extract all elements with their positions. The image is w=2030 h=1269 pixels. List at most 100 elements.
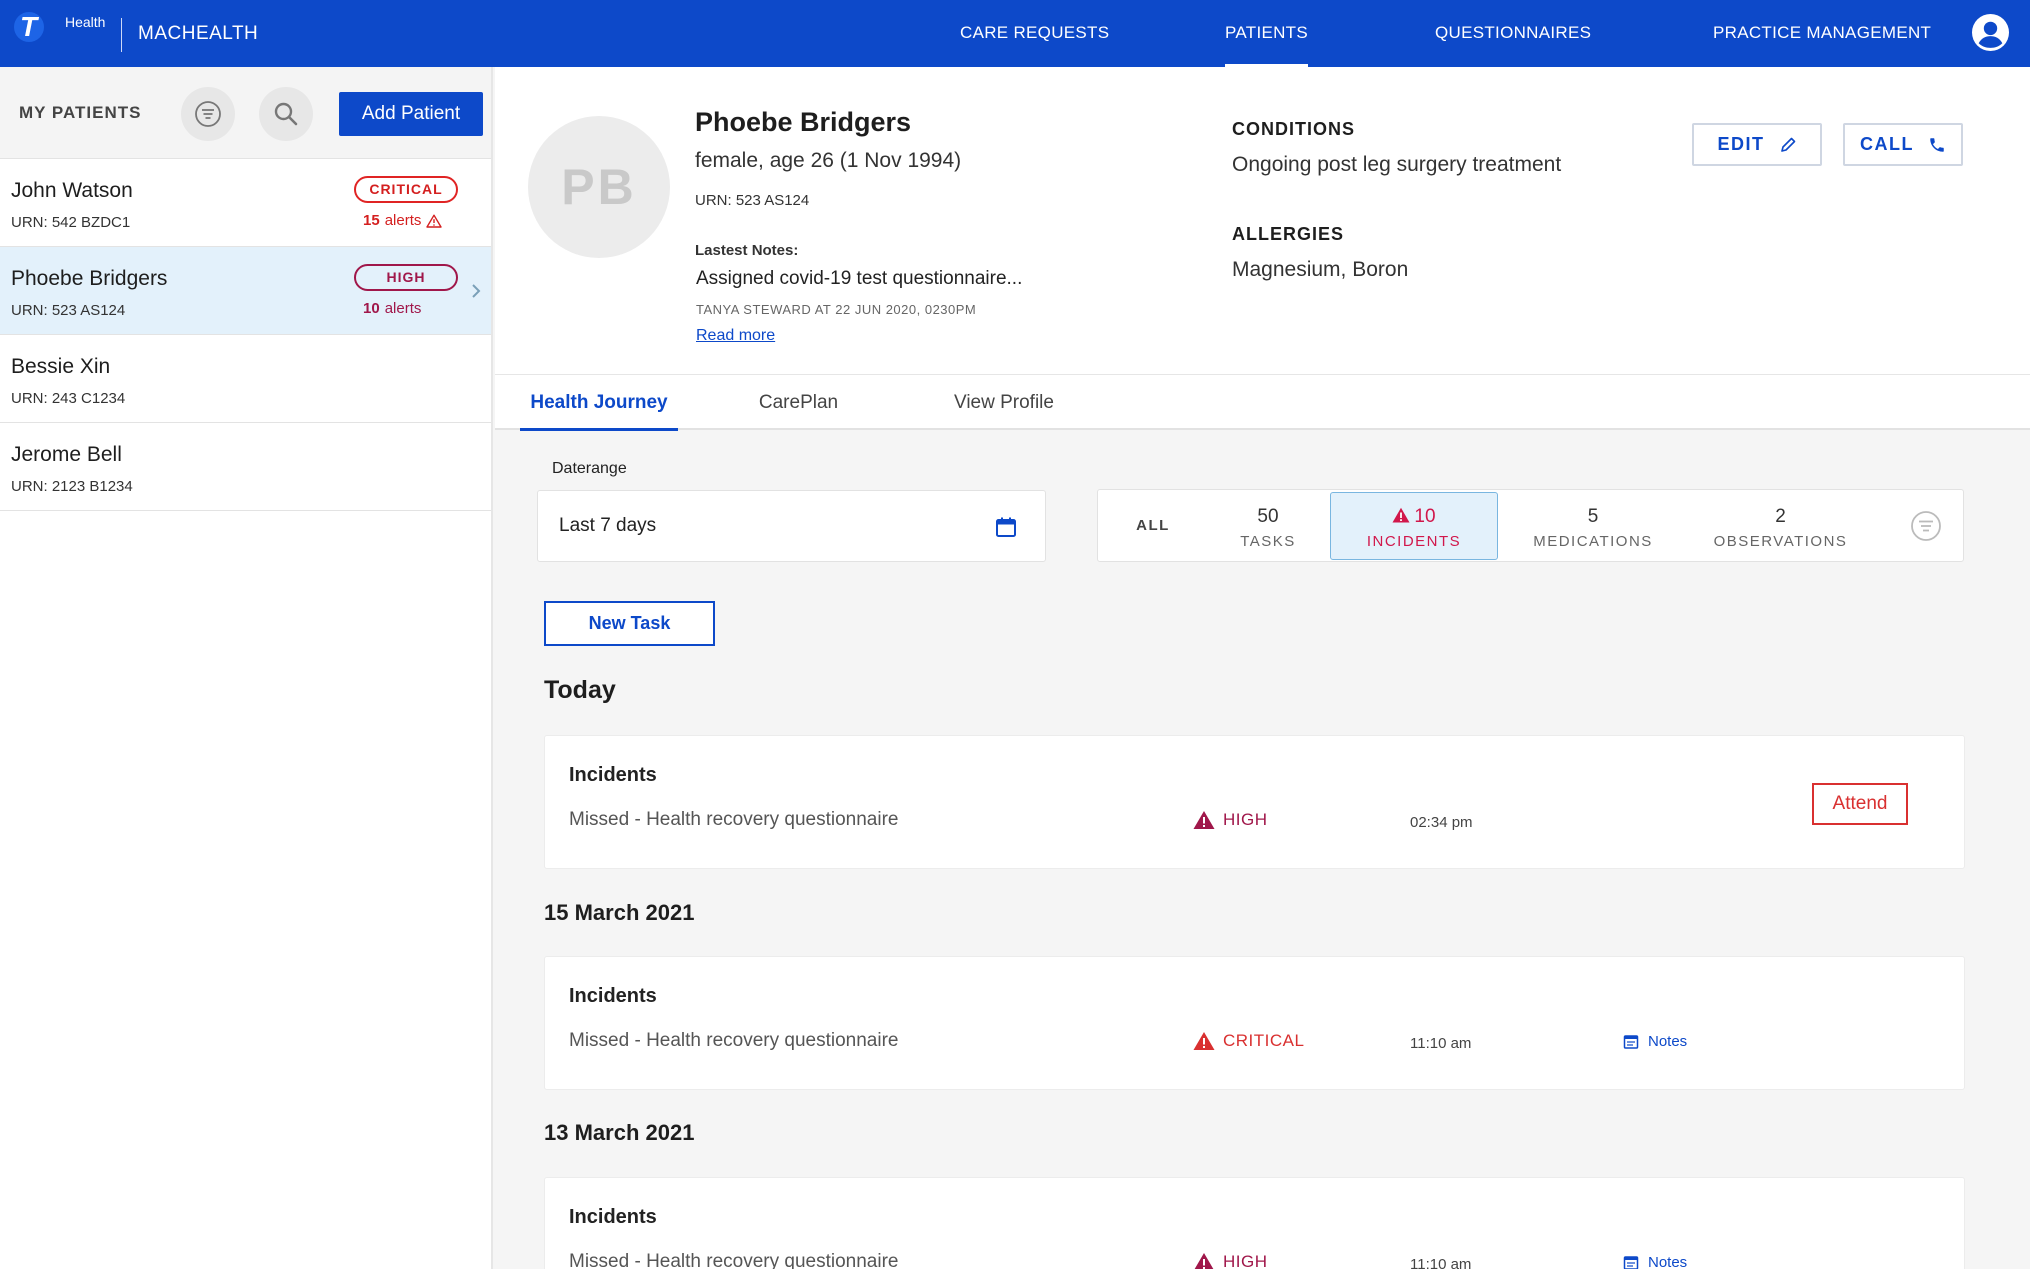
notes-icon <box>1623 1034 1639 1049</box>
telstra-logo-icon: T <box>14 11 44 46</box>
filter-count: 5 <box>1587 506 1599 527</box>
filter-count: 10 <box>1331 506 1497 528</box>
filter-button[interactable] <box>181 87 235 141</box>
nav-questionnaires[interactable]: QUESTIONNAIRES <box>1435 0 1591 67</box>
alert-count-number: 10 <box>363 300 380 317</box>
incident-description: Missed - Health recovery questionnaire <box>569 809 899 830</box>
filter-icon[interactable] <box>1910 510 1942 542</box>
severity-badge: HIGH <box>354 264 458 291</box>
nav-care-requests[interactable]: CARE REQUESTS <box>960 0 1109 67</box>
filter-label: MEDICATIONS <box>1533 533 1653 550</box>
severity-label: CRITICAL <box>1223 1031 1305 1050</box>
filter-incidents[interactable]: 10 INCIDENTS <box>1330 492 1498 560</box>
phone-icon <box>1930 137 1944 152</box>
notes-link[interactable]: Notes <box>1623 1033 1687 1050</box>
incident-title: Incidents <box>569 1206 657 1228</box>
patient-urn: URN: 523 AS124 <box>695 192 810 209</box>
patients-sidebar: MY PATIENTS Add Patient John Watson URN:… <box>0 67 493 1269</box>
patient-row-phoebe-bridgers[interactable]: Phoebe Bridgers URN: 523 AS124 HIGH 10 a… <box>0 247 491 335</box>
latest-notes-label: Lastest Notes: <box>695 242 799 259</box>
conditions-value: Ongoing post leg surgery treatment <box>1232 153 1562 176</box>
tab-careplan[interactable]: CarePlan <box>731 375 866 430</box>
filter-label: TASKS <box>1240 533 1296 550</box>
patient-row-bessie-xin[interactable]: Bessie Xin URN: 243 C1234 <box>0 335 491 423</box>
incident-time: 02:34 pm <box>1410 814 1473 831</box>
notes-icon <box>1623 1255 1639 1269</box>
new-task-button[interactable]: New Task <box>544 601 715 646</box>
alert-count: 15 alerts <box>363 212 443 229</box>
filter-all-label: ALL <box>1136 517 1170 534</box>
sidebar-title: MY PATIENTS <box>19 103 142 122</box>
notes-link-label: Notes <box>1648 1033 1688 1050</box>
read-more-link[interactable]: Read more <box>696 327 775 345</box>
alert-count-number: 15 <box>363 212 380 229</box>
brand-logo[interactable]: T Health MACHEALTH <box>14 11 258 52</box>
timeline-date-heading: Today <box>544 676 616 704</box>
patient-tabs: Health Journey CarePlan View Profile <box>495 375 2030 431</box>
chevron-right-icon <box>472 284 481 298</box>
patient-row-john-watson[interactable]: John Watson URN: 542 BZDC1 CRITICAL 15 a… <box>0 159 491 247</box>
timeline-date-heading: 13 March 2021 <box>544 1120 695 1145</box>
search-icon <box>274 102 298 126</box>
patient-urn: URN: 2123 B1234 <box>11 478 133 495</box>
patient-urn: URN: 542 BZDC1 <box>11 214 131 231</box>
tab-view-profile[interactable]: View Profile <box>929 375 1079 430</box>
brand-divider <box>121 18 122 52</box>
incident-title: Incidents <box>569 985 657 1007</box>
search-button[interactable] <box>259 87 313 141</box>
call-button-label: CALL <box>1860 134 1914 154</box>
timeline-date-heading: 15 March 2021 <box>544 900 695 925</box>
warning-icon <box>1392 507 1410 523</box>
filter-observations[interactable]: 2 OBSERVATIONS <box>1698 490 1863 561</box>
severity-indicator: CRITICAL <box>1193 1031 1304 1051</box>
calendar-icon <box>996 517 1016 537</box>
edit-button[interactable]: EDIT <box>1692 123 1822 166</box>
brand-subtitle: Health <box>65 14 106 30</box>
notes-link[interactable]: Notes <box>1623 1254 1687 1269</box>
incident-description: Missed - Health recovery questionnaire <box>569 1030 899 1051</box>
patient-urn: URN: 243 C1234 <box>11 390 126 407</box>
filter-all[interactable]: ALL <box>1118 490 1188 561</box>
latest-notes-text: Assigned covid-19 test questionnaire... <box>696 268 1023 289</box>
user-account-icon[interactable] <box>1972 14 2009 51</box>
patient-name: Bessie Xin <box>11 355 111 378</box>
filter-count-number: 10 <box>1414 506 1436 527</box>
warning-icon <box>1193 1032 1215 1050</box>
daterange-select[interactable]: Last 7 days <box>537 490 1046 562</box>
filter-label: INCIDENTS <box>1366 533 1462 550</box>
top-navbar: T Health MACHEALTH CARE REQUESTS PATIENT… <box>0 0 2030 67</box>
incident-description: Missed - Health recovery questionnaire <box>569 1251 899 1269</box>
severity-label: HIGH <box>1223 810 1268 829</box>
sidebar-header: MY PATIENTS Add Patient <box>0 67 491 159</box>
filter-icon <box>195 101 221 127</box>
edit-button-label: EDIT <box>1717 134 1765 154</box>
add-patient-button[interactable]: Add Patient <box>339 92 483 136</box>
filter-tasks[interactable]: 50 TASKS <box>1223 490 1313 561</box>
patient-name: Jerome Bell <box>11 443 122 466</box>
filter-count: 2 <box>1775 506 1786 527</box>
filter-label: OBSERVATIONS <box>1713 533 1848 550</box>
attend-button[interactable]: Attend <box>1812 783 1908 825</box>
filter-count: 50 <box>1257 506 1279 527</box>
severity-indicator: HIGH <box>1193 810 1268 830</box>
patient-name-heading: Phoebe Bridgers <box>695 107 912 137</box>
patient-name: Phoebe Bridgers <box>11 267 168 290</box>
filter-medications[interactable]: 5 MEDICATIONS <box>1518 490 1668 561</box>
call-button[interactable]: CALL <box>1843 123 1963 166</box>
patient-urn: URN: 523 AS124 <box>11 302 126 319</box>
brand-name: MACHEALTH <box>138 23 259 44</box>
journey-filter-bar: ALL 50 TASKS 10 INCIDENTS 5 MEDICATIONS … <box>1097 489 1964 562</box>
warning-outline-icon <box>426 214 443 228</box>
allergies-heading: ALLERGIES <box>1232 224 1345 244</box>
alert-count: 10 alerts <box>363 300 421 317</box>
incident-card: Incidents Missed - Health recovery quest… <box>544 735 1965 869</box>
patient-row-jerome-bell[interactable]: Jerome Bell URN: 2123 B1234 <box>0 423 491 511</box>
nav-patients[interactable]: PATIENTS <box>1225 0 1309 67</box>
patient-summary-panel: PB Phoebe Bridgers female, age 26 (1 Nov… <box>495 67 2030 375</box>
nav-practice-management[interactable]: PRACTICE MANAGEMENT <box>1713 0 1931 67</box>
severity-label: HIGH <box>1223 1252 1268 1269</box>
latest-notes-meta: TANYA STEWARD AT 22 JUN 2020, 0230PM <box>696 302 977 317</box>
tab-health-journey[interactable]: Health Journey <box>520 375 678 431</box>
incident-time: 11:10 am <box>1410 1035 1472 1052</box>
daterange-label: Daterange <box>552 460 627 477</box>
